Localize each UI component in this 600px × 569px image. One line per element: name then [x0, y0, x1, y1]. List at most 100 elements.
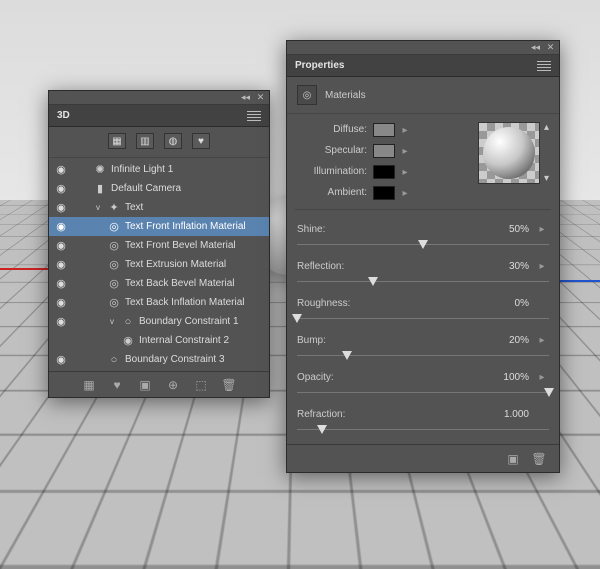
collapse-icon[interactable]: ◂◂ [531, 43, 540, 52]
slider-track[interactable] [297, 387, 549, 399]
slider-thumb[interactable] [317, 425, 327, 434]
item-label: Text Back Bevel Material [125, 278, 235, 289]
preview-down-icon[interactable]: ▾ [544, 173, 549, 184]
item-type-icon: ✺ [93, 163, 107, 177]
filter-scene-icon[interactable]: ▦ [108, 133, 126, 149]
texture-folder-icon[interactable]: ▸ [535, 333, 549, 347]
slider-track[interactable] [297, 239, 549, 251]
tree-row[interactable]: ◉○Boundary Constraint 3 [49, 350, 269, 369]
texture-folder-icon[interactable]: ▸ [398, 123, 412, 137]
slider-thumb[interactable] [418, 240, 428, 249]
collapse-icon[interactable]: ◂◂ [241, 93, 250, 102]
slider-row: Shine: 50% ▸ [297, 216, 549, 253]
item-label: Text Front Inflation Material [125, 221, 246, 232]
material-sliders: Shine: 50% ▸ Reflection: 30% ▸ Roughness… [287, 214, 559, 444]
color-label: Illumination: [314, 164, 367, 180]
slider-value[interactable]: 20% [479, 335, 529, 346]
tree-row[interactable]: ◉ ◎ Text Back Bevel Material [49, 274, 269, 293]
slider-track[interactable] [297, 313, 549, 325]
visibility-eye-icon[interactable]: ◉ [53, 277, 69, 290]
filter-light-icon[interactable]: ♥ [192, 133, 210, 149]
panel-menu-icon[interactable] [247, 111, 261, 121]
slider-track[interactable] [297, 424, 549, 436]
slider-label: Opacity: [297, 372, 334, 383]
item-type-icon: ◎ [107, 258, 121, 272]
item-label: Default Camera [111, 183, 181, 194]
slider-label: Bump: [297, 335, 326, 346]
close-icon[interactable]: ✕ [256, 93, 265, 102]
material-preview[interactable] [478, 122, 540, 184]
color-swatch[interactable] [373, 165, 395, 179]
texture-folder-icon[interactable]: ▸ [535, 370, 549, 384]
slider-track[interactable] [297, 350, 549, 362]
ground-plane-icon[interactable]: ⬚ [193, 377, 209, 393]
filter-mesh-icon[interactable]: ▥ [136, 133, 154, 149]
visibility-eye-icon[interactable]: ◉ [53, 296, 69, 309]
tree-row[interactable]: ◉ ◎ Text Front Bevel Material [49, 236, 269, 255]
tree-row[interactable]: ◉ ▮ Default Camera [49, 179, 269, 198]
texture-folder-icon[interactable]: ▸ [535, 222, 549, 236]
slider-label: Reflection: [297, 261, 344, 272]
item-type-icon: ◎ [107, 296, 121, 310]
panel-props-footer: ▣ 🗑 [287, 444, 559, 472]
item-label: Text Front Bevel Material [125, 240, 236, 251]
tree-row[interactable]: ◉✺Infinite Light 1 [49, 160, 269, 179]
trash-icon[interactable]: 🗑 [221, 377, 237, 393]
close-icon[interactable]: ✕ [546, 43, 555, 52]
new-camera-icon[interactable]: ▣ [137, 377, 153, 393]
new-light-icon[interactable]: ♥ [109, 377, 125, 393]
texture-folder-icon[interactable]: ▸ [398, 144, 412, 158]
visibility-eye-icon[interactable]: ◉ [53, 163, 69, 176]
filter-material-icon[interactable]: ◍ [164, 133, 182, 149]
texture-folder-icon[interactable]: ▸ [398, 165, 412, 179]
color-swatch[interactable] [373, 186, 395, 200]
tree-row[interactable]: ◉v✦Text [49, 198, 269, 217]
slider-thumb[interactable] [368, 277, 378, 286]
render-icon[interactable]: ▦ [81, 377, 97, 393]
visibility-eye-icon[interactable]: ◉ [53, 353, 69, 366]
slider-value[interactable]: 50% [479, 224, 529, 235]
visibility-eye-icon[interactable]: ◉ [53, 182, 69, 195]
visibility-eye-icon[interactable]: ◉ [53, 258, 69, 271]
slider-value[interactable]: 1.000 [479, 409, 529, 420]
slider-row: Roughness: 0% [297, 290, 549, 327]
slider-label: Roughness: [297, 298, 350, 309]
color-label: Specular: [325, 143, 367, 159]
trash-icon[interactable]: 🗑 [531, 451, 547, 467]
tree-row[interactable]: ◉ ◎ Text Back Inflation Material [49, 293, 269, 312]
color-swatch[interactable] [373, 123, 395, 137]
filter-row: ▦ ▥ ◍ ♥ [49, 127, 269, 158]
texture-folder-icon[interactable]: ▸ [398, 186, 412, 200]
slider-thumb[interactable] [544, 388, 554, 397]
panel-3d-footer: ▦ ♥ ▣ ⊕ ⬚ 🗑 [49, 371, 269, 397]
visibility-eye-icon[interactable]: ◉ [53, 239, 69, 252]
tree-row[interactable]: ◉v○Boundary Constraint 1 [49, 312, 269, 331]
render-settings-icon[interactable]: ▣ [505, 451, 521, 467]
item-type-icon: ▮ [93, 182, 107, 196]
slider-value[interactable]: 0% [479, 298, 529, 309]
texture-folder-icon[interactable]: ▸ [535, 259, 549, 273]
panel-menu-icon[interactable] [537, 61, 551, 71]
tree-row[interactable]: ◉◎Text Front Inflation Material [49, 217, 269, 236]
slider-thumb[interactable] [342, 351, 352, 360]
visibility-eye-icon[interactable]: ◉ [53, 315, 69, 328]
tree-row[interactable]: ◉Internal Constraint 2 [49, 331, 269, 350]
expand-caret-icon[interactable]: v [93, 203, 103, 212]
preview-up-icon[interactable]: ▴ [544, 122, 549, 133]
item-label: Text Back Inflation Material [125, 297, 245, 308]
slider-value[interactable]: 30% [479, 261, 529, 272]
item-type-icon: ◎ [107, 239, 121, 253]
material-icon: ◎ [297, 85, 317, 105]
expand-caret-icon[interactable]: v [107, 317, 117, 326]
slider-track[interactable] [297, 276, 549, 288]
visibility-eye-icon[interactable]: ◉ [53, 220, 69, 233]
visibility-eye-icon[interactable]: ◉ [53, 201, 69, 214]
slider-thumb[interactable] [292, 314, 302, 323]
add-object-icon[interactable]: ⊕ [165, 377, 181, 393]
item-label: Text [125, 202, 143, 213]
slider-value[interactable]: 100% [479, 372, 529, 383]
tree-row[interactable]: ◉◎Text Extrusion Material [49, 255, 269, 274]
color-swatch[interactable] [373, 144, 395, 158]
item-type-icon: ○ [121, 315, 135, 329]
item-type-icon: ◎ [107, 277, 121, 291]
